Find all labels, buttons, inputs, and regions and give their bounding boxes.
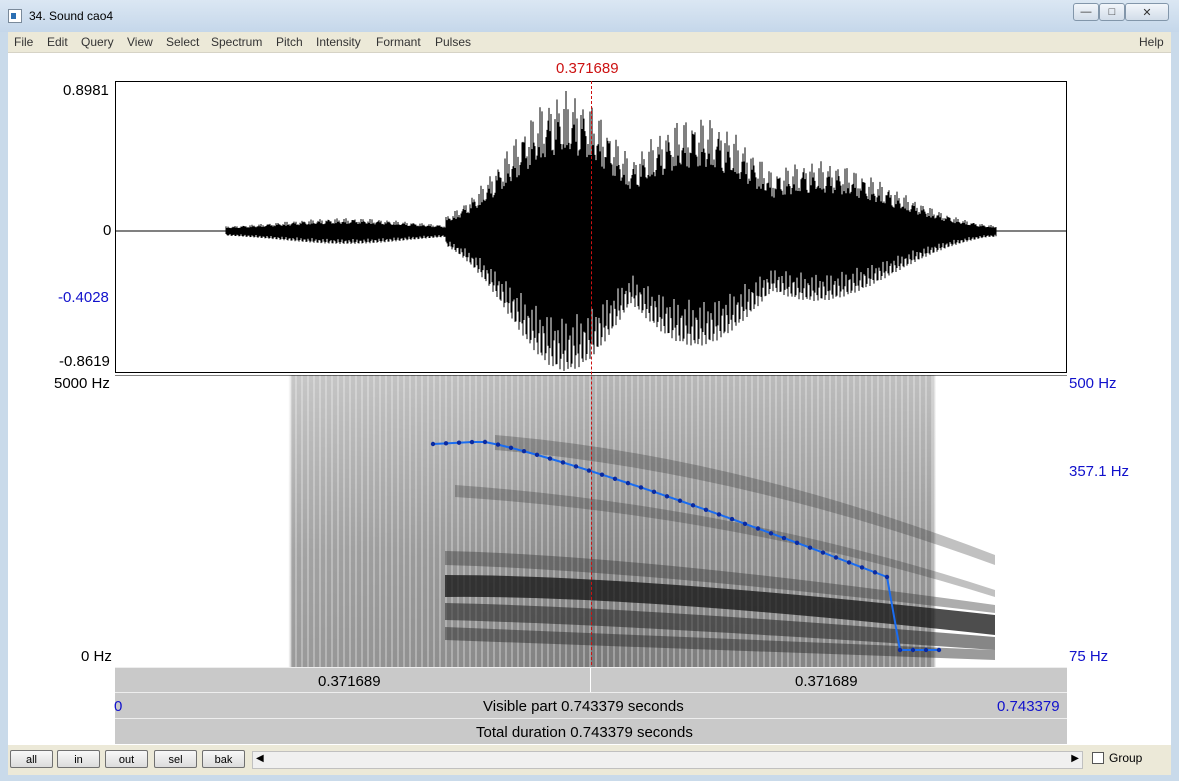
pitch-point (456, 440, 462, 445)
spec-freq-max-label: 5000 Hz (54, 375, 110, 392)
pitch-point (910, 647, 916, 653)
cursor-line (591, 81, 592, 665)
sel-button[interactable]: sel (154, 750, 197, 768)
pitch-point (833, 555, 839, 560)
pitch-point (768, 531, 774, 536)
pitch-point (820, 550, 826, 555)
out-button[interactable]: out (105, 750, 148, 768)
pitch-min-label: 75 Hz (1069, 648, 1109, 665)
scroll-right-icon[interactable]: ▶ (1071, 753, 1079, 764)
pitch-point (794, 540, 800, 546)
wave-y-mark-label: -0.4028 (58, 289, 109, 306)
app-icon (8, 9, 22, 23)
menu-spectrum[interactable]: Spectrum (211, 35, 262, 49)
wave-y-max-label: 0.8981 (63, 82, 109, 99)
menu-pitch[interactable]: Pitch (276, 35, 303, 49)
pitch-point (846, 560, 852, 565)
right-segment-label[interactable]: 0.371689 (795, 673, 858, 690)
visible-part-label: Visible part 0.743379 seconds (483, 698, 684, 715)
visible-start-label: 0 (114, 698, 123, 715)
pitch-point (936, 647, 942, 653)
visible-end-label: 0.743379 (997, 698, 1060, 715)
pitch-point (534, 452, 540, 458)
pitch-point (560, 460, 566, 465)
menu-pulses[interactable]: Pulses (435, 35, 471, 49)
pitch-point (469, 439, 475, 445)
left-segment-label[interactable]: 0.371689 (318, 673, 381, 690)
total-duration-bar[interactable]: Total duration 0.743379 seconds (115, 718, 1067, 744)
menu-edit[interactable]: Edit (47, 35, 68, 49)
scroll-left-icon[interactable]: ◀ (256, 753, 264, 764)
pitch-point (923, 647, 929, 653)
pitch-point (872, 570, 878, 575)
maximize-icon[interactable]: □ (1099, 3, 1125, 21)
group-label: Group (1109, 751, 1143, 765)
pitch-point (521, 449, 527, 454)
pitch-point (781, 535, 787, 541)
spec-freq-min-label: 0 Hz (81, 648, 112, 665)
minimize-icon[interactable]: — (1073, 3, 1099, 21)
pitch-point (625, 480, 631, 486)
pitch-point (482, 439, 488, 445)
menu-file[interactable]: File (14, 35, 33, 49)
pitch-point (859, 565, 865, 570)
pitch-point (495, 442, 501, 447)
sound-panel[interactable]: 0.371689 0.8981 0 -0.4028 -0.8619 5000 H… (8, 53, 1171, 745)
close-icon[interactable]: ✕ (1125, 3, 1169, 21)
bak-button[interactable]: bak (202, 750, 245, 768)
pitch-point (599, 472, 605, 477)
menu-bar: File Edit Query View Select Spectrum Pit… (8, 32, 1171, 53)
total-duration-label: Total duration 0.743379 seconds (476, 724, 693, 741)
pitch-max-label: 500 Hz (1069, 375, 1117, 392)
cursor-time-label: 0.371689 (556, 60, 619, 77)
pitch-mid-label: 357.1 Hz (1069, 463, 1130, 480)
group-checkbox[interactable] (1092, 752, 1104, 764)
pitch-point (573, 464, 579, 469)
pitch-point (547, 456, 553, 461)
pitch-point (508, 445, 514, 450)
pitch-point (612, 476, 618, 482)
menu-intensity[interactable]: Intensity (316, 35, 361, 49)
menu-select[interactable]: Select (166, 35, 199, 49)
pitch-point (664, 494, 670, 499)
waveform-trace (225, 91, 997, 371)
pitch-point (677, 498, 683, 503)
wave-y-zero-label: 0 (103, 222, 112, 239)
visible-part-bar[interactable]: 0 Visible part 0.743379 seconds 0.743379 (114, 692, 1067, 718)
bottom-toolbar: all in out sel bak ◀ ▶ Group (8, 745, 1171, 775)
menu-formant[interactable]: Formant (376, 35, 421, 49)
pitch-point (755, 526, 761, 531)
selection-bar[interactable]: 0.371689 0.371689 (115, 667, 1067, 693)
pitch-point (430, 441, 436, 447)
pitch-point (716, 512, 722, 517)
pitch-point (884, 574, 890, 580)
menu-query[interactable]: Query (81, 35, 114, 49)
pitch-point (742, 521, 748, 526)
wave-y-min-label: -0.8619 (59, 353, 110, 370)
window-controls: — □ ✕ (1073, 3, 1169, 21)
pitch-point (729, 516, 735, 522)
horizontal-scrollbar[interactable]: ◀ ▶ (252, 751, 1083, 769)
title-bar: 34. Sound cao4 — □ ✕ (0, 0, 1179, 32)
pitch-point (690, 503, 696, 508)
pitch-point (443, 441, 449, 446)
pitch-point (638, 485, 644, 490)
pitch-point (897, 647, 903, 653)
pitch-point (703, 507, 709, 513)
in-button[interactable]: in (57, 750, 100, 768)
pitch-point (807, 545, 813, 550)
all-button[interactable]: all (10, 750, 53, 768)
window-title: 34. Sound cao4 (29, 9, 114, 23)
menu-help[interactable]: Help (1139, 35, 1164, 49)
editor-client-area: 0.371689 0.8981 0 -0.4028 -0.8619 5000 H… (8, 53, 1171, 775)
menu-view[interactable]: View (127, 35, 153, 49)
pitch-point (651, 489, 657, 495)
segment-divider (590, 668, 591, 693)
